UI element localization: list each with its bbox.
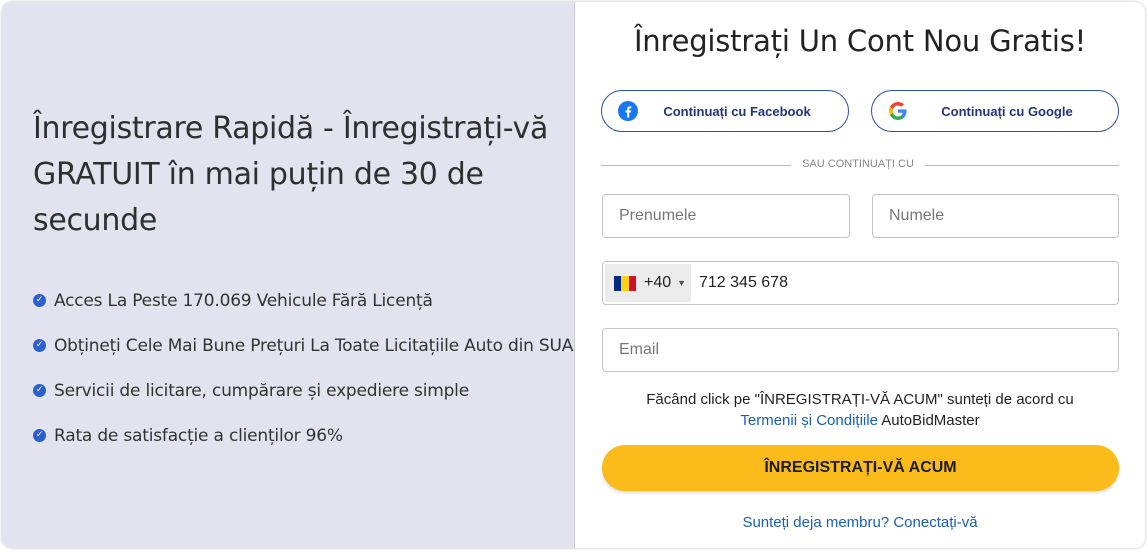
promo-title: Înregistrare Rapidă - Înregistrați-vă GR… [33,111,549,238]
separator-text: SAU CONTINUAȚI CU [802,158,914,170]
check-icon: ✓ [33,384,46,397]
facebook-login-button[interactable]: Continuați cu Facebook [601,90,849,132]
facebook-icon [618,101,638,121]
form-title: Înregistrați Un Cont Nou Gratis! [633,24,1087,58]
facebook-button-label: Continuați cu Facebook [663,103,811,119]
country-code-select[interactable]: +40 ▼ [605,264,691,302]
google-login-button[interactable]: Continuați cu Google [871,90,1119,132]
caret-down-icon: ▼ [677,278,687,288]
benefit-text: Acces La Peste 170.069 Vehicule Fără Lic… [54,290,433,311]
terms-notice: Făcând click pe "ÎNREGISTRAȚI-VĂ ACUM" s… [575,389,1145,431]
check-icon: ✓ [33,294,46,307]
email-field[interactable] [602,328,1119,372]
benefit-text: Servicii de licitare, cumpărare și exped… [54,380,469,401]
phone-number-value[interactable]: 712 345 678 [699,274,788,292]
check-icon: ✓ [33,339,46,352]
benefit-item: ✓ Acces La Peste 170.069 Vehicule Fără Li… [33,278,573,323]
google-icon [889,102,907,120]
country-code: +40 [644,274,672,291]
terms-link[interactable]: Termenii și Condițiile [740,412,878,429]
benefit-item: ✓ Servicii de licitare, cumpărare și expe… [33,368,573,413]
registration-card: Înregistrare Rapidă - Înregistrați-vă GR… [2,2,1145,548]
separator-line [601,165,791,166]
benefits-list: ✓ Acces La Peste 170.069 Vehicule Fără Li… [33,278,573,458]
romania-flag-icon [614,275,636,291]
terms-prefix: Făcând click pe "ÎNREGISTRAȚI-VĂ ACUM" s… [646,391,1074,408]
benefit-text: Rata de satisfacție a clienților 96% [54,425,343,446]
promo-panel: Înregistrare Rapidă - Înregistrați-vă GR… [2,2,574,548]
or-separator: SAU CONTINUAȚI CU [601,158,1119,174]
first-name-field[interactable] [602,194,850,238]
last-name-field[interactable] [872,194,1119,238]
login-link[interactable]: Sunteți deja membru? Conectați-vă [575,514,1145,531]
check-icon: ✓ [33,429,46,442]
terms-suffix: AutoBidMaster [877,412,980,429]
register-now-button[interactable]: ÎNREGISTRAȚI-VĂ ACUM [602,445,1119,491]
signup-form: Înregistrați Un Cont Nou Gratis! Continu… [575,2,1145,548]
separator-line [925,165,1119,166]
benefit-item: ✓ Rata de satisfacție a clienților 96% [33,413,573,458]
benefit-text: Obțineți Cele Mai Bune Prețuri La Toate … [54,335,574,356]
benefit-item: ✓ Obțineți Cele Mai Bune Prețuri La Toate… [33,323,573,368]
phone-field[interactable]: +40 ▼ 712 345 678 [602,261,1119,305]
google-button-label: Continuați cu Google [941,103,1073,119]
